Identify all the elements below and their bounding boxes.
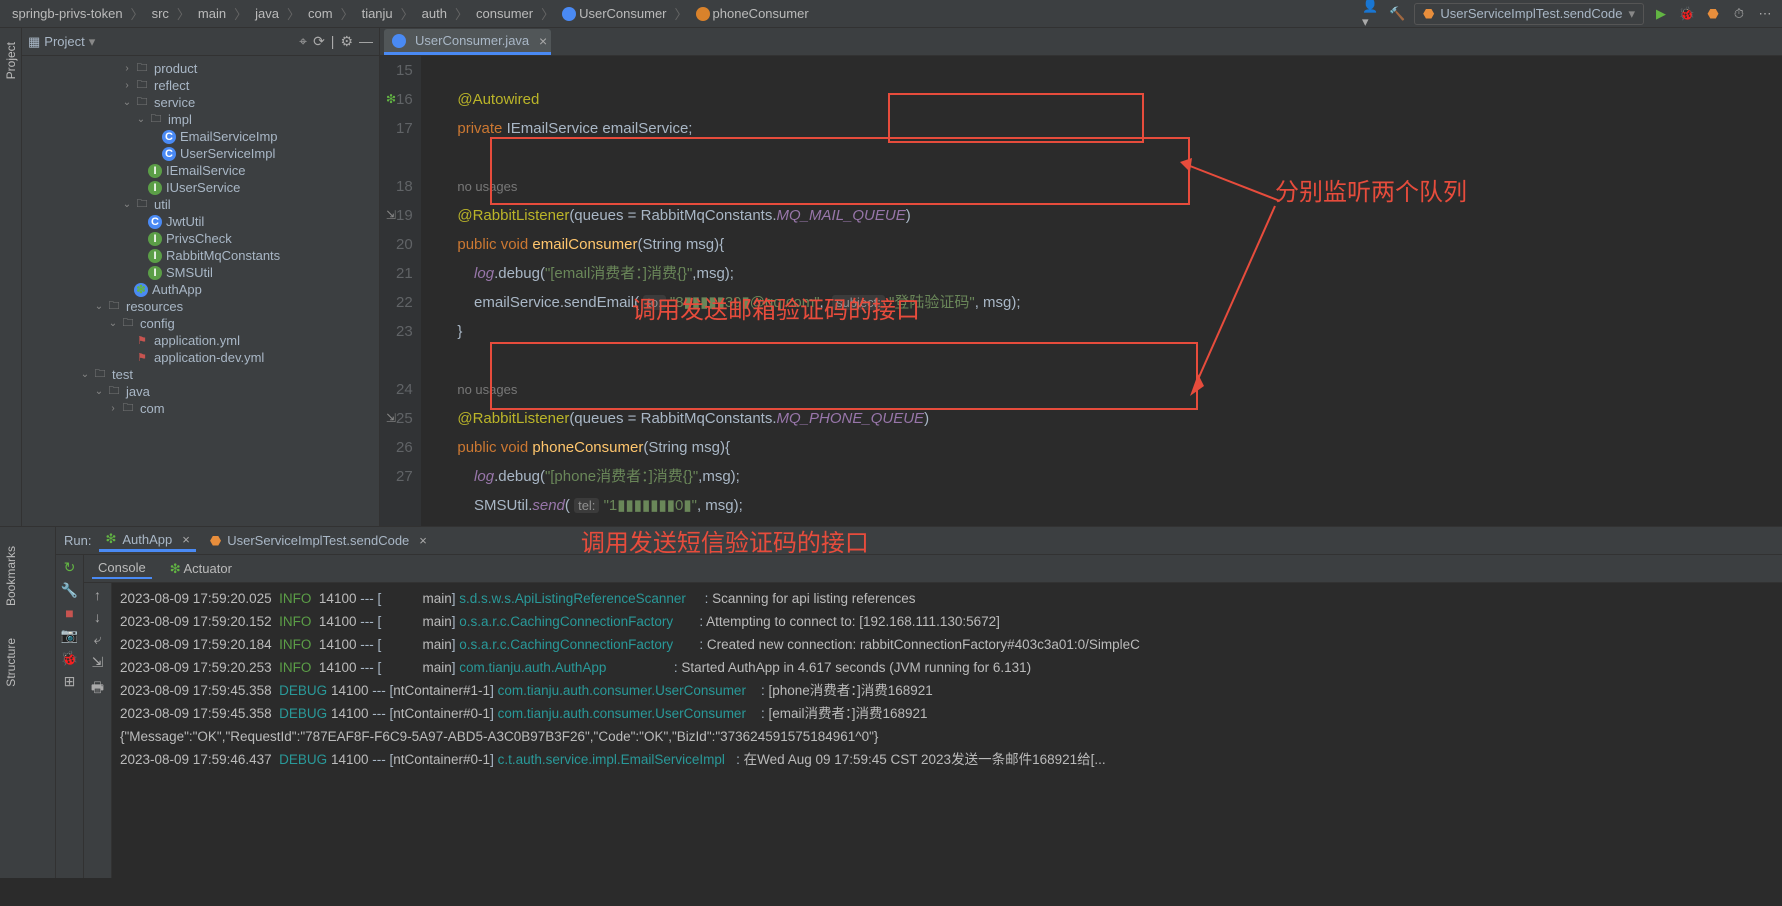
- run-tab-test[interactable]: ⬣ UserServiceImplTest.sendCode ×: [204, 531, 433, 551]
- select-opened-icon[interactable]: ⟳: [313, 33, 325, 50]
- tree-node[interactable]: ⚑application.yml: [22, 332, 379, 349]
- left-bottom-stripe: Bookmarks Structure: [0, 540, 22, 693]
- tree-node[interactable]: IIUserService: [22, 179, 379, 196]
- collapse-icon[interactable]: —: [359, 33, 373, 50]
- bc-root[interactable]: springb-privs-token: [8, 4, 127, 23]
- annotation-text: 调用发送短信验证码的接口: [581, 523, 869, 558]
- test-icon: ⬣: [210, 533, 221, 549]
- tree-node[interactable]: CJwtUtil: [22, 213, 379, 230]
- close-icon[interactable]: ×: [419, 533, 427, 548]
- divider: |: [331, 33, 335, 50]
- settings-icon[interactable]: ⚙: [340, 33, 353, 50]
- down-icon[interactable]: ↓: [94, 609, 101, 625]
- left-tool-stripe: Project: [0, 28, 22, 526]
- project-title[interactable]: ▦Project▾: [28, 34, 299, 50]
- bc-consumer[interactable]: consumer: [472, 4, 537, 23]
- run-button[interactable]: ▶: [1652, 5, 1670, 23]
- code-body[interactable]: @Autowired private IEmailService emailSe…: [421, 56, 1782, 526]
- tree-node[interactable]: IPrivsCheck: [22, 230, 379, 247]
- tree-node[interactable]: ›🗀com: [22, 400, 379, 417]
- tree-node[interactable]: ⌄🗀test: [22, 366, 379, 383]
- tree-node[interactable]: ⌄🗀util: [22, 196, 379, 213]
- tree-node[interactable]: CEmailServiceImp: [22, 128, 379, 145]
- tab-label: UserConsumer.java: [415, 33, 529, 48]
- console-toolbar: ↑ ↓ ⤶ ⇲ 🖶: [84, 583, 112, 878]
- heap-icon[interactable]: 📷: [61, 627, 78, 644]
- editor: UserConsumer.java × 151617 181920212223 …: [380, 28, 1782, 526]
- bc-main[interactable]: main: [194, 4, 230, 23]
- project-panel: ▦Project▾ ⌖ ⟳ | ⚙ — ›🗀product›🗀reflect⌄🗀…: [22, 28, 380, 526]
- run-label: Run:: [64, 533, 91, 548]
- tree-node[interactable]: ⌄🗀java: [22, 383, 379, 400]
- user-icon[interactable]: 👤▾: [1362, 5, 1380, 23]
- tree-node[interactable]: ›🗀product: [22, 60, 379, 77]
- debug-button[interactable]: 🐞: [1678, 5, 1696, 23]
- soft-wrap-icon[interactable]: ⤶: [94, 631, 102, 648]
- tree-node[interactable]: ❇AuthApp: [22, 281, 379, 298]
- run-toolbar: ↻ 🔧 ■ 📷 🐞 ⊞: [56, 555, 84, 878]
- tree-node[interactable]: ⌄🗀service: [22, 94, 379, 111]
- bc-src[interactable]: src: [148, 4, 173, 23]
- more-icon[interactable]: ⋯: [1756, 5, 1774, 23]
- run-tab-authapp[interactable]: ❇ AuthApp ×: [99, 529, 195, 552]
- coverage-button[interactable]: ⬣: [1704, 5, 1722, 23]
- locate-icon[interactable]: ⌖: [299, 33, 307, 50]
- toolbar-right: 👤▾ 🔨 ⬣UserServiceImplTest.sendCode▾ ▶ 🐞 …: [1362, 3, 1774, 25]
- tree-node[interactable]: ›🗀reflect: [22, 77, 379, 94]
- tree-node[interactable]: ⌄🗀config: [22, 315, 379, 332]
- stop-icon[interactable]: ■: [65, 605, 73, 621]
- line-gutter: 151617 181920212223 24252627 ❇ ⇲ ⇲: [380, 56, 421, 526]
- console-output[interactable]: 2023-08-09 17:59:20.025 INFO 14100 --- […: [112, 583, 1782, 878]
- tree-node[interactable]: ⚑application-dev.yml: [22, 349, 379, 366]
- tree-node[interactable]: ⌄🗀resources: [22, 298, 379, 315]
- tree-node[interactable]: IRabbitMqConstants: [22, 247, 379, 264]
- scroll-end-icon[interactable]: ⇲: [92, 654, 104, 671]
- spring-icon: ❇: [105, 531, 116, 547]
- close-icon[interactable]: ×: [539, 33, 547, 49]
- hammer-icon[interactable]: 🔨: [1388, 5, 1406, 23]
- method-override-icon[interactable]: ⇲: [386, 404, 396, 433]
- tree-node[interactable]: ISMSUtil: [22, 264, 379, 281]
- layout-icon[interactable]: ⊞: [64, 673, 76, 690]
- bc-com[interactable]: com: [304, 4, 337, 23]
- bookmarks-tab[interactable]: Bookmarks: [2, 540, 20, 612]
- bc-class[interactable]: UserConsumer: [558, 4, 670, 24]
- profile-button[interactable]: ⏱: [1730, 5, 1748, 23]
- exit-icon[interactable]: 🐞: [61, 650, 78, 667]
- top-bar: springb-privs-token 〉 src〉 main〉 java〉 c…: [0, 0, 1782, 28]
- run-configuration[interactable]: ⬣UserServiceImplTest.sendCode▾: [1414, 3, 1644, 25]
- method-override-icon[interactable]: ⇲: [386, 201, 396, 230]
- spring-bean-icon[interactable]: ❇: [386, 85, 396, 114]
- run-panel: Run: ❇ AuthApp × ⬣ UserServiceImplTest.s…: [0, 526, 1782, 878]
- rerun-icon[interactable]: ↻: [64, 559, 76, 576]
- tree-node[interactable]: IIEmailService: [22, 162, 379, 179]
- tree-node[interactable]: ⌄🗀impl: [22, 111, 379, 128]
- bc-auth[interactable]: auth: [418, 4, 451, 23]
- class-icon: [392, 34, 406, 48]
- actuator-tab[interactable]: ❇ Actuator: [164, 559, 238, 579]
- tree-node[interactable]: CUserServiceImpl: [22, 145, 379, 162]
- console-tab[interactable]: Console: [92, 558, 152, 579]
- print-icon[interactable]: 🖶: [91, 677, 104, 701]
- structure-tab[interactable]: Structure: [2, 632, 20, 693]
- project-tool-tab[interactable]: Project: [2, 36, 20, 85]
- breadcrumb: springb-privs-token 〉 src〉 main〉 java〉 c…: [8, 4, 1362, 24]
- editor-tabs: UserConsumer.java ×: [380, 28, 1782, 56]
- wrench-icon[interactable]: 🔧: [61, 582, 78, 599]
- bc-java[interactable]: java: [251, 4, 283, 23]
- bc-tianju[interactable]: tianju: [358, 4, 397, 23]
- bc-method[interactable]: phoneConsumer: [692, 4, 813, 24]
- close-icon[interactable]: ×: [182, 532, 190, 547]
- up-icon[interactable]: ↑: [94, 587, 101, 603]
- project-tree[interactable]: ›🗀product›🗀reflect⌄🗀service⌄🗀implCEmailS…: [22, 56, 379, 526]
- tab-userconsumer[interactable]: UserConsumer.java ×: [384, 29, 551, 55]
